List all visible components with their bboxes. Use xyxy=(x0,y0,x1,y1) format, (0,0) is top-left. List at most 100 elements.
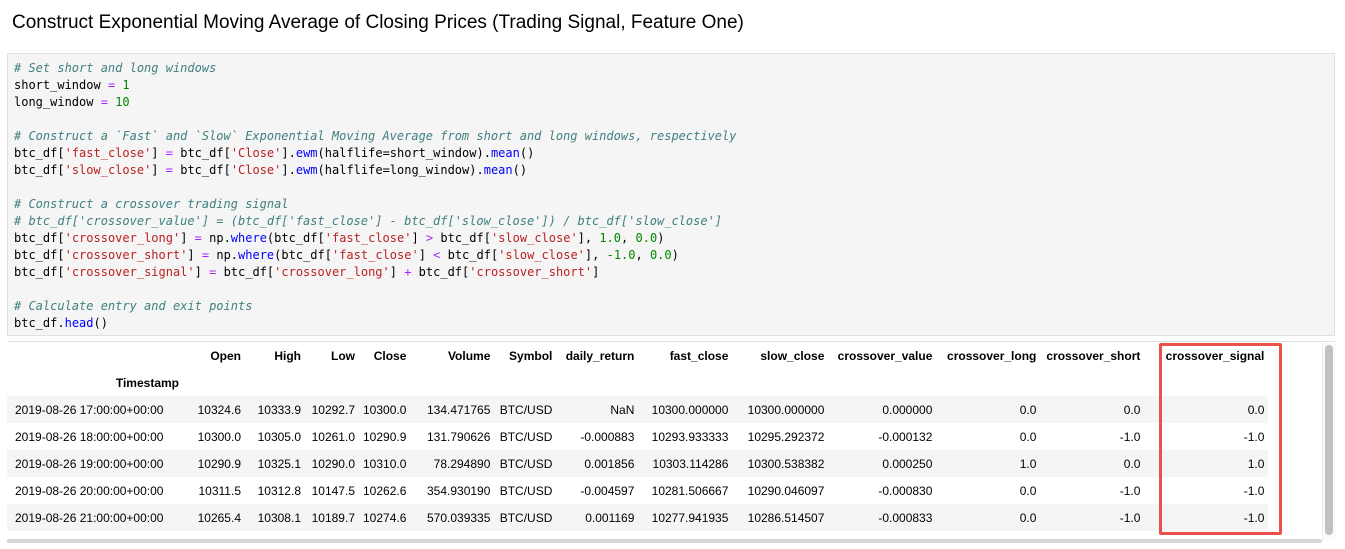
table-cell: 0.001169 xyxy=(585,510,635,525)
table-row: 2019-08-26 18:00:00+00:00 10300.0 10305.0 1… xyxy=(7,423,1269,450)
table-cell: 10325.1 xyxy=(257,456,301,471)
table-cell: BTC/USD xyxy=(499,510,553,525)
index-header-blank xyxy=(7,342,183,369)
table-cell: -0.000883 xyxy=(580,429,635,444)
column-header: Volume xyxy=(447,348,491,363)
table-cell: 1.0 xyxy=(1247,456,1265,471)
section-heading: Construct Exponential Moving Average of … xyxy=(12,12,744,33)
table-cell: 10147.5 xyxy=(311,483,355,498)
code-comment: # Calculate entry and exit points xyxy=(14,299,253,313)
table-cell: 10290.9 xyxy=(197,456,241,471)
table-cell: BTC/USD xyxy=(499,429,553,444)
table-cell: -1.0 xyxy=(1119,510,1141,525)
column-header: Symbol xyxy=(509,348,553,363)
output-area[interactable]: Open High Low Close Volume Symbol daily_… xyxy=(7,341,1335,542)
table-cell: -0.004597 xyxy=(580,483,635,498)
column-header: Close xyxy=(373,348,407,363)
table-cell: 10290.0 xyxy=(311,456,355,471)
table-cell: 0.000250 xyxy=(882,456,933,471)
scrollbar-thumb[interactable] xyxy=(1325,345,1333,535)
table-cell: 0.0 xyxy=(1019,402,1037,417)
table-cell: 0.0 xyxy=(1247,402,1265,417)
column-header: crossover_long xyxy=(947,348,1037,363)
table-cell: -1.0 xyxy=(1243,429,1265,444)
vertical-scrollbar[interactable] xyxy=(1322,343,1336,540)
code-number: 10 xyxy=(115,95,130,109)
table-cell: 10265.4 xyxy=(197,510,241,525)
table-cell: 10300.000000 xyxy=(651,402,729,417)
table-cell: 0.0 xyxy=(1019,483,1037,498)
table-body: 2019-08-26 17:00:00+00:00 10324.6 10333.9 1… xyxy=(7,396,1269,531)
table-cell: 570.039335 xyxy=(426,510,491,525)
table-cell: 10290.046097 xyxy=(747,483,825,498)
index-name: Timestamp xyxy=(115,375,179,390)
table-cell: 10292.7 xyxy=(311,402,355,417)
column-header: slow_close xyxy=(760,348,825,363)
table-cell: 0.0 xyxy=(1123,456,1141,471)
table-cell: 10312.8 xyxy=(257,483,301,498)
table-cell: 10311.5 xyxy=(198,483,242,498)
table-cell: 10261.0 xyxy=(311,429,355,444)
code-editor[interactable]: # Set short and long windows short_window… xyxy=(14,60,736,332)
code-token: short_window xyxy=(14,78,101,92)
table-cell: -0.000833 xyxy=(878,510,933,525)
table-cell: 131.790626 xyxy=(426,429,491,444)
table-cell: 10303.114286 xyxy=(652,456,729,471)
code-comment: # Construct a crossover trading signal xyxy=(14,197,289,211)
table-cell: -1.0 xyxy=(1119,483,1141,498)
row-index: 2019-08-26 18:00:00+00:00 xyxy=(15,429,164,444)
column-header: Low xyxy=(331,348,355,363)
row-index: 2019-08-26 19:00:00+00:00 xyxy=(15,456,164,471)
table-row: 2019-08-26 21:00:00+00:00 10265.4 10308.1 1… xyxy=(7,504,1269,531)
table-cell: BTC/USD xyxy=(499,456,553,471)
table-cell: 10290.9 xyxy=(363,429,407,444)
column-header: crossover_value xyxy=(837,348,933,363)
index-name-row: Timestamp xyxy=(7,369,1268,396)
row-index: 2019-08-26 17:00:00+00:00 xyxy=(15,402,164,417)
column-header: Open xyxy=(210,348,241,363)
code-token: long_window xyxy=(14,95,94,109)
table-cell: -1.0 xyxy=(1243,483,1265,498)
table-cell: 10324.6 xyxy=(197,402,241,417)
table-cell: 0.0 xyxy=(1019,429,1037,444)
table-cell: 10308.1 xyxy=(257,510,301,525)
horizontal-scrollbar[interactable] xyxy=(7,539,1322,543)
table-cell: 10310.0 xyxy=(363,456,407,471)
table-cell: 10277.941935 xyxy=(651,510,729,525)
table-cell: NaN xyxy=(610,402,635,417)
table-cell: 10300.538382 xyxy=(747,456,825,471)
table-cell: 10300.0 xyxy=(197,429,241,444)
table-cell: 10305.0 xyxy=(257,429,301,444)
header-row: Open High Low Close Volume Symbol daily_… xyxy=(7,342,1268,369)
table-cell: 0.0 xyxy=(1123,402,1141,417)
column-header: High xyxy=(274,348,301,363)
table-cell: 0.0 xyxy=(1019,510,1037,525)
column-header-crossover-signal: crossover_signal xyxy=(1165,348,1265,363)
table-cell: 1.0 xyxy=(1019,456,1037,471)
table-cell: 10281.506667 xyxy=(651,483,729,498)
table-cell: -0.000830 xyxy=(878,483,933,498)
table-cell: 10300.0 xyxy=(363,402,407,417)
table-cell: 10274.6 xyxy=(363,510,407,525)
code-comment: # btc_df['crossover_value'] = (btc_df['f… xyxy=(14,214,723,228)
table-cell: BTC/USD xyxy=(499,402,553,417)
table-cell: 134.471765 xyxy=(426,402,491,417)
table-cell: 78.294890 xyxy=(433,456,491,471)
table-cell: BTC/USD xyxy=(499,483,553,498)
table-row: 2019-08-26 19:00:00+00:00 10290.9 10325.1 1… xyxy=(7,450,1269,477)
column-header: fast_close xyxy=(669,348,729,363)
table-cell: 354.930190 xyxy=(426,483,491,498)
column-header: crossover_short xyxy=(1046,348,1141,363)
table-cell: 10333.9 xyxy=(257,402,301,417)
dataframe-table: Open High Low Close Volume Symbol daily_… xyxy=(7,342,1269,531)
table-cell: 0.001856 xyxy=(584,456,635,471)
table-row: 2019-08-26 20:00:00+00:00 10311.5 10312.8 1… xyxy=(7,477,1269,504)
table-cell: -0.000132 xyxy=(878,429,933,444)
table-cell: 10295.292372 xyxy=(747,429,825,444)
row-index: 2019-08-26 20:00:00+00:00 xyxy=(15,483,164,498)
table-row: 2019-08-26 17:00:00+00:00 10324.6 10333.9 1… xyxy=(7,396,1269,423)
table-cell: 10189.7 xyxy=(311,510,355,525)
column-header: daily_return xyxy=(565,348,635,363)
code-cell[interactable]: # Set short and long windows short_window… xyxy=(7,53,1335,336)
table-cell: 10262.6 xyxy=(363,483,407,498)
